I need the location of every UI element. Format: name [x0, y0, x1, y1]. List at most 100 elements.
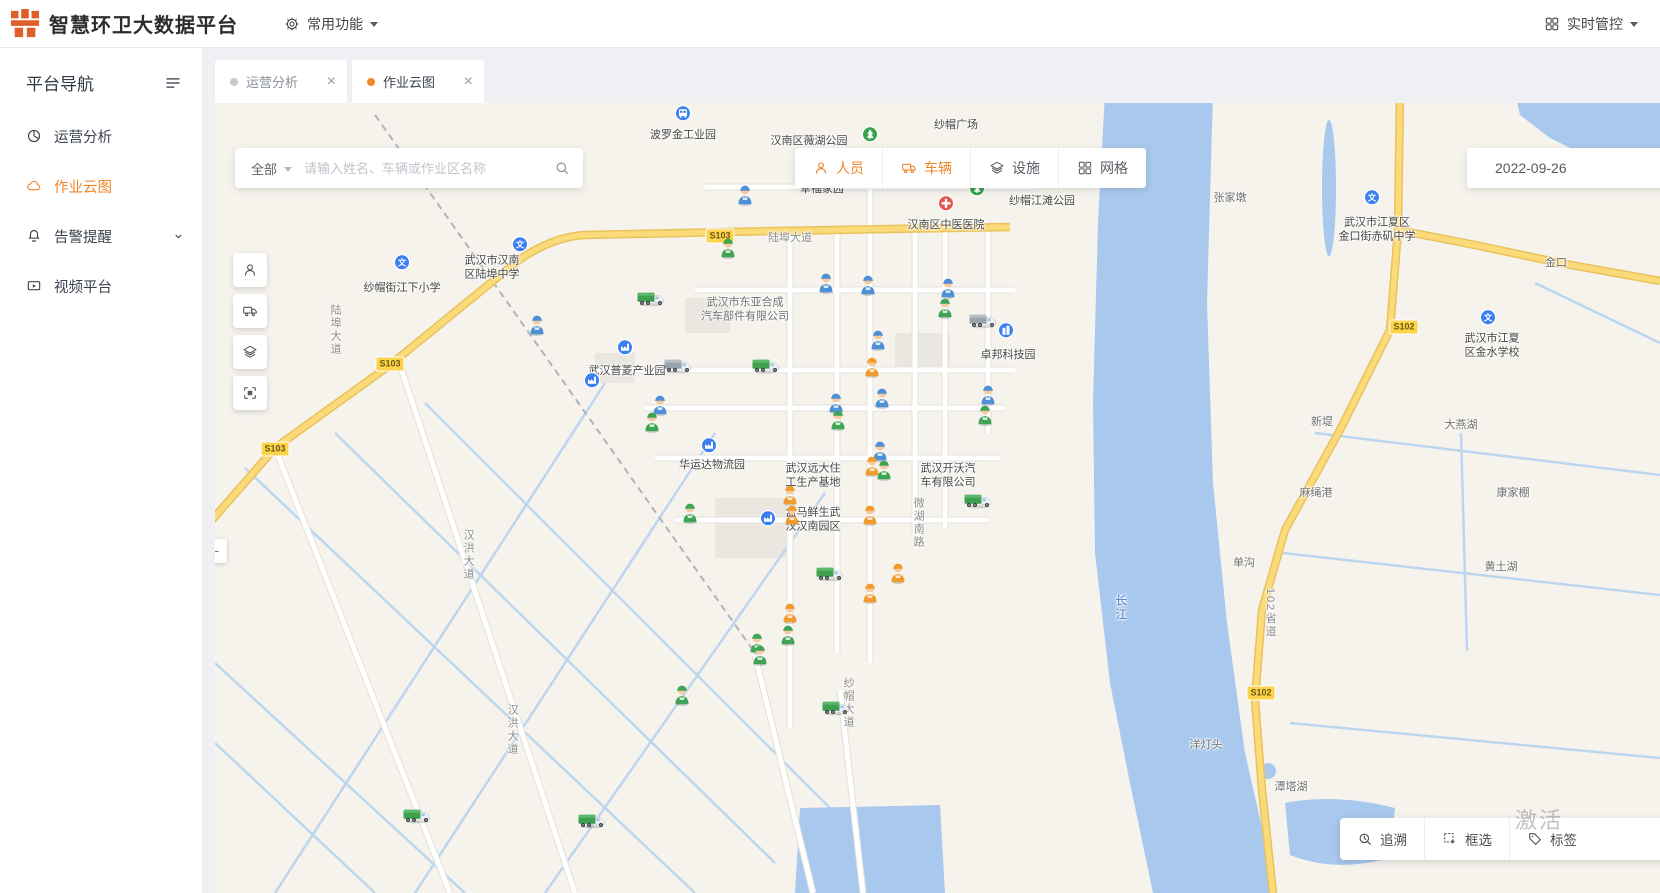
close-icon[interactable]: × — [327, 74, 336, 90]
poi-factory-marker[interactable] — [701, 437, 718, 459]
vehicle-marker[interactable] — [636, 290, 666, 312]
poi-factory-marker[interactable] — [617, 339, 634, 361]
poi-hospital-marker[interactable] — [938, 195, 955, 217]
map-tool-area-select[interactable] — [233, 376, 267, 410]
vehicle-marker[interactable] — [402, 807, 432, 829]
poi-park-marker[interactable] — [862, 126, 879, 148]
map-tool-vehicle-layer[interactable] — [233, 294, 267, 328]
worker-marker[interactable] — [817, 271, 836, 299]
sidebar-item-alert-reminder[interactable]: 告警提醒 — [0, 211, 202, 261]
layer-toggle-label: 人员 — [836, 158, 864, 178]
sidebar-item-operation-analysis[interactable]: 运营分析 — [0, 111, 202, 161]
worker-marker[interactable] — [736, 183, 755, 211]
worker-marker[interactable] — [869, 328, 888, 356]
sidebar-title: 平台导航 — [26, 70, 94, 95]
poi-school-marker[interactable]: 文 — [1364, 189, 1381, 211]
worker-marker[interactable] — [829, 408, 848, 436]
layer-toggle-vehicles[interactable]: 车辆 — [882, 148, 970, 188]
trace-icon — [1357, 831, 1373, 847]
scan-icon — [242, 385, 258, 401]
sidebar-item-label: 告警提醒 — [54, 226, 112, 247]
sidebar-nav: 运营分析 作业云图 告警提醒 视频平台 — [0, 111, 202, 311]
worker-marker[interactable] — [783, 503, 802, 531]
worker-marker[interactable] — [861, 503, 880, 531]
map-tool-person-layer[interactable] — [233, 253, 267, 287]
vehicle-marker[interactable] — [751, 357, 781, 379]
layers-icon — [989, 160, 1005, 176]
map-search-bar: 全部 — [235, 148, 583, 188]
vehicle-marker[interactable] — [815, 565, 845, 587]
date-picker[interactable]: 2022-09-26 — [1467, 148, 1660, 188]
tab-label: 运营分析 — [246, 72, 298, 91]
worker-marker[interactable] — [643, 410, 662, 438]
svg-text:文: 文 — [1484, 313, 1493, 323]
map-canvas[interactable]: 波罗金工业园汉南区薇湖公园纱帽广场幸福家园汉南区中医医院纱帽江滩公园武汉市汉南 … — [215, 103, 1660, 893]
layer-toggle-label: 设施 — [1012, 158, 1040, 178]
worker-marker[interactable] — [875, 458, 894, 486]
vehicle-marker[interactable] — [577, 812, 607, 834]
sidebar-item-work-cloud-map[interactable]: 作业云图 — [0, 161, 202, 211]
search-button[interactable] — [541, 148, 583, 188]
quick-functions-label: 常用功能 — [307, 14, 363, 34]
svg-text:文: 文 — [516, 240, 525, 250]
layer-toggle-personnel[interactable]: 人员 — [795, 148, 882, 188]
map-tool-box-select[interactable]: 框选 — [1424, 818, 1509, 860]
tab-work-cloud-map[interactable]: 作业云图 × — [352, 60, 484, 103]
zoom-out-button[interactable]: − — [215, 539, 227, 563]
worker-marker[interactable] — [873, 386, 892, 414]
layer-toggle-label: 网格 — [1100, 158, 1128, 178]
worker-marker[interactable] — [863, 355, 882, 383]
close-icon[interactable]: × — [464, 74, 473, 90]
bell-icon — [26, 228, 42, 244]
sidebar-item-label: 视频平台 — [54, 276, 112, 297]
layer-toggle-bar: 人员 车辆 设施 网格 — [795, 148, 1146, 188]
worker-marker[interactable] — [673, 683, 692, 711]
mode-switch-label: 实时管控 — [1567, 14, 1623, 34]
worker-marker[interactable] — [719, 236, 738, 264]
poi-school-marker[interactable]: 文 — [1480, 309, 1497, 331]
map-tool-trace[interactable]: 追溯 — [1340, 818, 1424, 860]
worker-marker[interactable] — [861, 581, 880, 609]
vehicle-marker[interactable] — [968, 312, 998, 334]
sidebar-item-label: 作业云图 — [54, 176, 112, 197]
sidebar-item-video-platform[interactable]: 视频平台 — [0, 261, 202, 311]
map-bottom-tools: 追溯 框选 标签 — [1340, 818, 1660, 860]
video-icon — [26, 278, 42, 294]
vehicle-marker[interactable] — [963, 492, 993, 514]
map-tool-layer-switcher[interactable] — [233, 335, 267, 369]
quick-functions-menu[interactable]: 常用功能 — [284, 14, 378, 34]
vehicle-marker[interactable] — [821, 699, 851, 721]
tab-operation-analysis[interactable]: 运营分析 × — [215, 60, 347, 103]
grid-icon — [1544, 16, 1560, 32]
map-watermark: 激活 — [1515, 803, 1563, 835]
worker-marker[interactable] — [528, 313, 547, 341]
poi-factory-marker[interactable] — [584, 372, 601, 394]
search-category-dropdown[interactable]: 全部 — [235, 159, 304, 178]
poi-school-marker[interactable]: 文 — [512, 236, 529, 258]
worker-marker[interactable] — [976, 403, 995, 431]
worker-marker[interactable] — [889, 561, 908, 589]
layer-toggle-facilities[interactable]: 设施 — [970, 148, 1058, 188]
worker-marker[interactable] — [681, 501, 700, 529]
poi-factory-marker[interactable] — [760, 510, 777, 532]
worker-marker[interactable] — [751, 643, 770, 671]
mode-switch-realtime[interactable]: 实时管控 — [1544, 14, 1638, 34]
search-input[interactable] — [304, 148, 541, 188]
truck-icon — [901, 160, 917, 176]
tab-label: 作业云图 — [383, 72, 435, 91]
worker-marker[interactable] — [859, 273, 878, 301]
sidebar-item-label: 运营分析 — [54, 126, 112, 147]
poi-school-marker[interactable]: 文 — [394, 254, 411, 276]
search-icon — [554, 160, 570, 176]
search-category-label: 全部 — [251, 159, 277, 178]
caret-down-icon — [370, 22, 378, 27]
worker-marker[interactable] — [779, 623, 798, 651]
sidebar: 平台导航 运营分析 作业云图 告警提醒 视频平台 — [0, 48, 203, 893]
poi-tech-marker[interactable] — [998, 322, 1015, 344]
worker-marker[interactable] — [936, 296, 955, 324]
app-logo-icon — [10, 9, 40, 39]
vehicle-marker[interactable] — [663, 357, 693, 379]
collapse-menu-icon[interactable] — [164, 74, 182, 92]
layer-toggle-grid[interactable]: 网格 — [1058, 148, 1146, 188]
poi-bus-marker[interactable] — [675, 105, 692, 127]
